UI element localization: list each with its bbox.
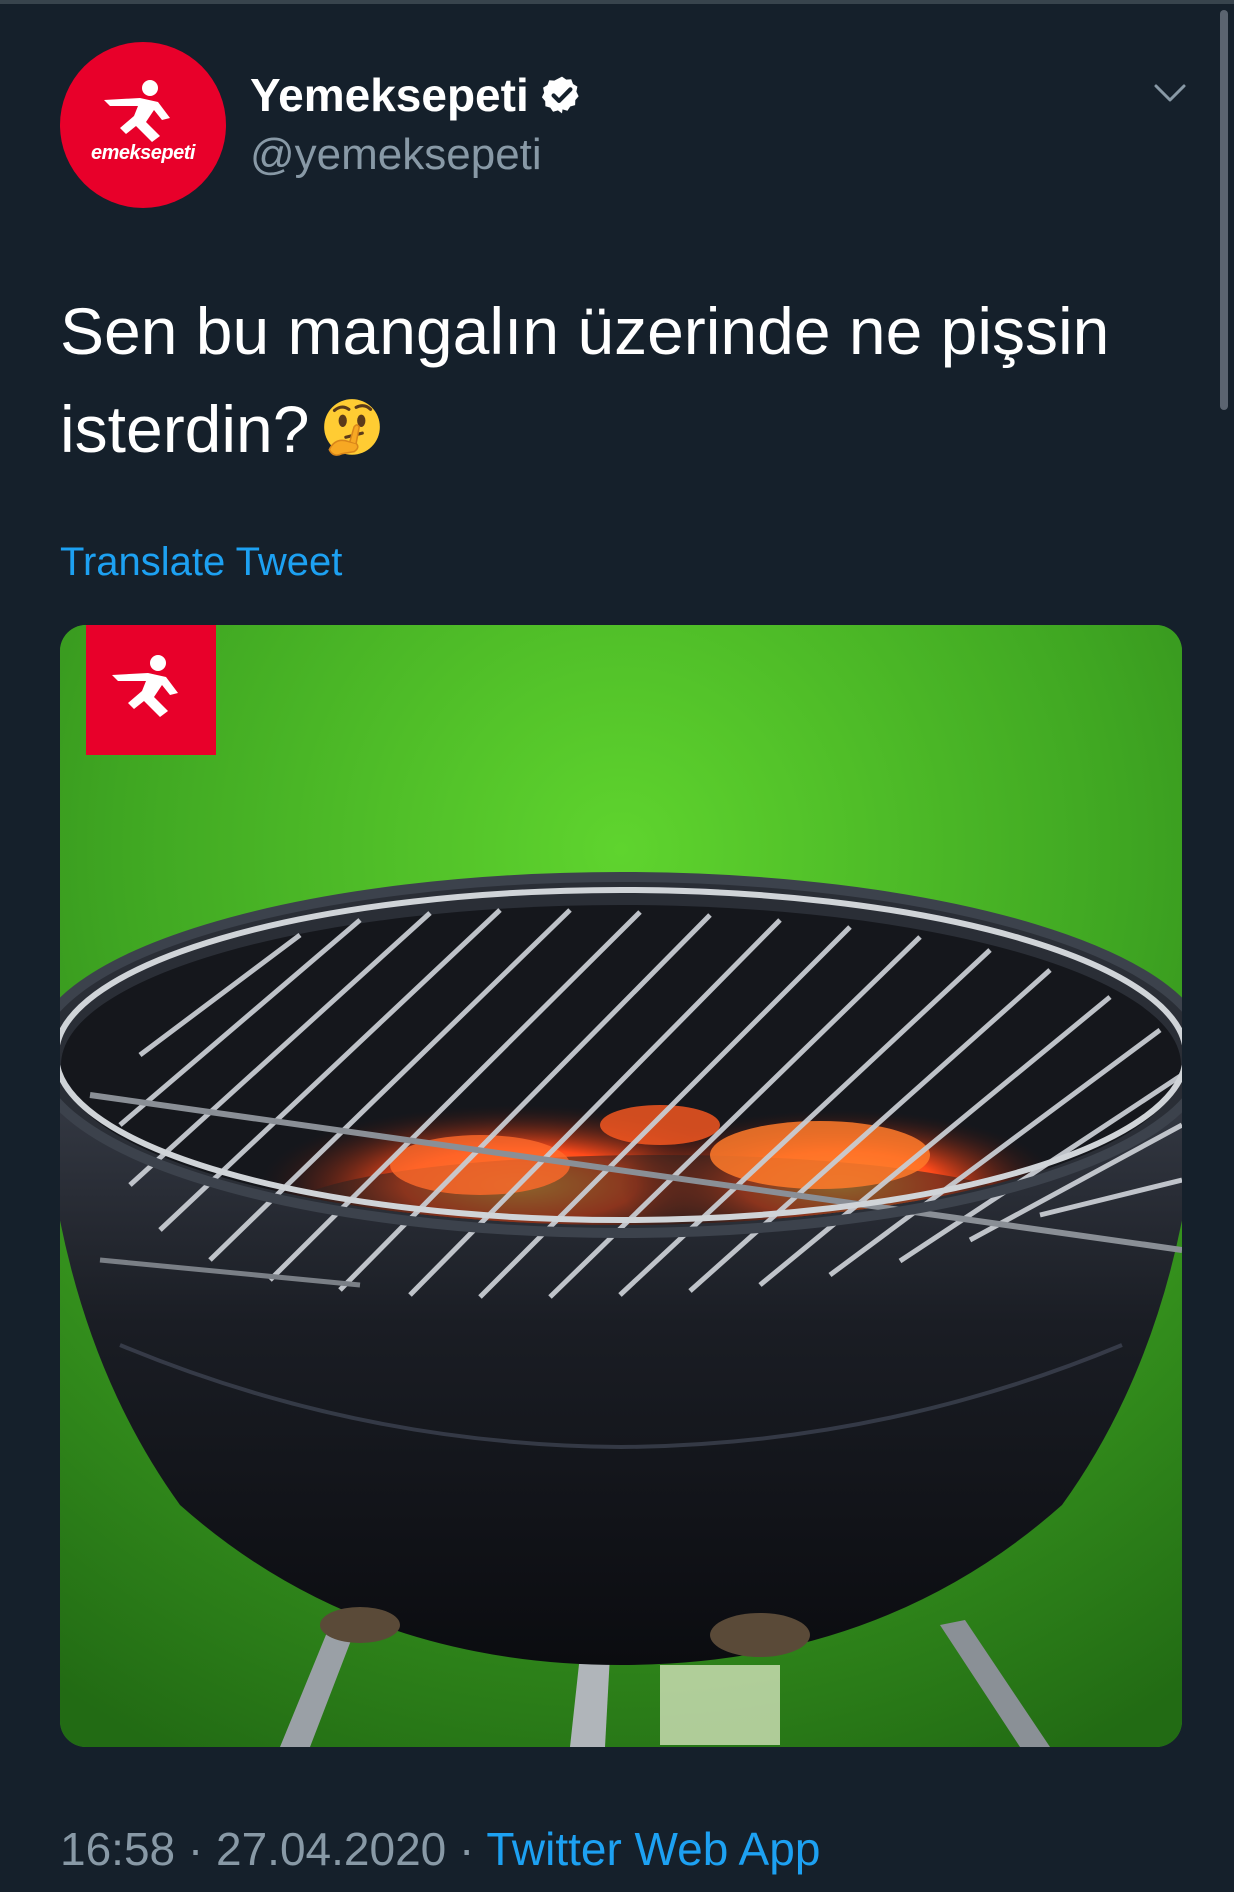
tweet-image[interactable]	[60, 625, 1182, 1747]
brand-logo-overlay	[86, 625, 216, 755]
avatar-brand-text: emeksepeti	[91, 142, 195, 164]
meta-separator: ·	[459, 1823, 475, 1875]
tweet-text: Sen bu mangalın üzerinde ne pişsin ister…	[60, 282, 1170, 478]
user-handle[interactable]: @yemeksepeti	[250, 130, 542, 180]
tweet-date[interactable]: 27.04.2020	[216, 1823, 446, 1875]
display-name-text: Yemeksepeti	[250, 69, 529, 121]
tweet-detail: emeksepeti Yemeksepeti @yemeksepeti Sen …	[0, 0, 1234, 1892]
chevron-down-icon[interactable]	[1150, 78, 1190, 108]
runner-logo-icon	[104, 80, 170, 142]
tweet-text-content: Sen bu mangalın üzerinde ne pişsin ister…	[60, 294, 1110, 466]
grill-photo	[60, 625, 1182, 1747]
verified-badge-icon	[541, 76, 579, 114]
tweet-time[interactable]: 16:58	[60, 1823, 175, 1875]
thinking-face-emoji	[324, 399, 381, 456]
tweet-meta: 16:58 · 27.04.2020 · Twitter Web App	[60, 1822, 820, 1876]
avatar[interactable]: emeksepeti	[60, 42, 226, 208]
display-name[interactable]: Yemeksepeti	[250, 68, 583, 122]
translate-tweet-link[interactable]: Translate Tweet	[60, 540, 342, 585]
tweet-source-link[interactable]: Twitter Web App	[486, 1823, 820, 1875]
runner-logo-icon	[112, 655, 178, 717]
meta-separator: ·	[187, 1823, 204, 1875]
